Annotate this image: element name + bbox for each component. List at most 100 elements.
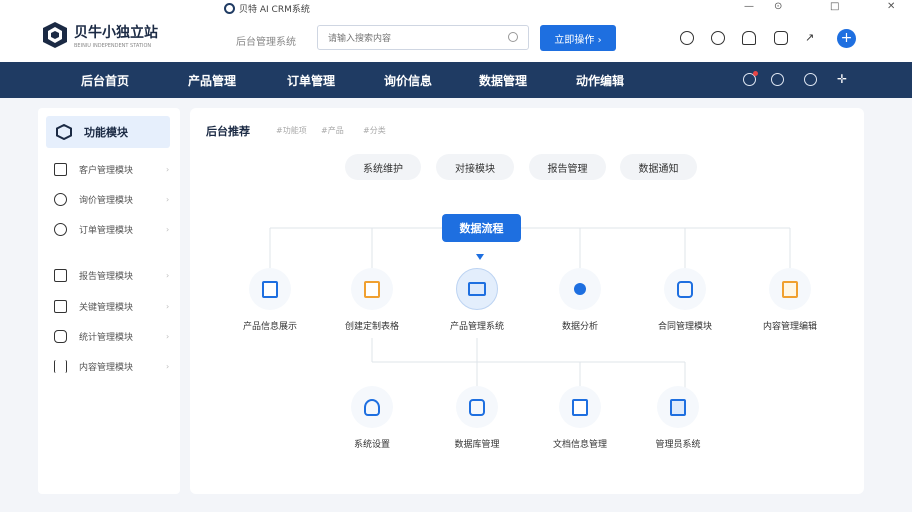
link-icon	[54, 193, 67, 206]
database-icon	[469, 398, 485, 416]
app-logo-icon	[224, 3, 235, 14]
nav-item-inquiries[interactable]: 询价信息	[384, 72, 432, 89]
arrow-down-icon	[476, 254, 484, 260]
flow-node[interactable]: 系统设置	[322, 386, 422, 450]
flow-node-label: 内容管理编辑	[762, 322, 817, 332]
main-title: 后台推荐	[206, 125, 250, 138]
pill-tab[interactable]: 数据通知	[620, 154, 697, 180]
shield-icon	[364, 398, 380, 416]
flow-node[interactable]: 创建定制表格	[322, 268, 422, 332]
nav-item-actions[interactable]: 动作编辑	[576, 72, 624, 89]
search-icon[interactable]	[508, 32, 518, 42]
chevron-right-icon: ›	[166, 165, 170, 174]
message-icon[interactable]	[774, 31, 788, 45]
breadcrumb-item[interactable]: #分类	[363, 125, 386, 136]
chart-icon	[54, 269, 67, 282]
pill-tab[interactable]: 报告管理	[529, 154, 606, 180]
header-label: 后台管理系统	[236, 37, 296, 48]
main-panel: 后台推荐 #功能项 #产品 #分类 系统维护 对接模块 报告管理 数据通知 数据…	[190, 108, 864, 494]
main-nav: 后台首页 产品管理 订单管理 询价信息 数据管理 动作编辑 ✛	[0, 62, 912, 98]
flow-node[interactable]: 管理员系统	[628, 386, 728, 450]
chevron-right-icon: ›	[166, 362, 170, 371]
report-icon	[670, 398, 686, 416]
brand-cube-icon	[43, 22, 67, 48]
sidebar-item-active[interactable]: 功能模块	[46, 116, 170, 148]
flow-center-button[interactable]: 数据流程	[442, 214, 521, 242]
maximize-button[interactable]: □	[830, 1, 839, 12]
window-title-text: 贝特 AI CRM系统	[239, 5, 310, 15]
monitor-icon	[468, 282, 486, 296]
sidebar: 功能模块 客户管理模块 › 询价管理模块 › 订单管理模块 › 报告管理模块 ›…	[38, 108, 180, 494]
arrow-icon[interactable]: ↗	[805, 31, 819, 45]
form-icon	[364, 280, 380, 298]
search-input[interactable]	[328, 27, 508, 51]
settings-icon[interactable]	[804, 73, 817, 86]
nav-item-orders[interactable]: 订单管理	[287, 72, 335, 89]
nav-item-home[interactable]: 后台首页	[81, 72, 129, 89]
sidebar-item[interactable]: 报告管理模块 ›	[54, 269, 169, 282]
share-icon[interactable]	[680, 31, 694, 45]
add-button[interactable]: +	[837, 29, 856, 48]
bell-icon[interactable]	[742, 31, 756, 45]
sidebar-active-label: 功能模块	[84, 126, 128, 139]
flow-node[interactable]: 产品管理系统	[427, 268, 527, 332]
breadcrumb-item[interactable]: #功能项	[276, 125, 307, 136]
restore-indicator-icon: ⊙	[774, 1, 783, 12]
minimize-button[interactable]: —	[744, 1, 754, 12]
sidebar-item-label: 订单管理模块	[79, 226, 134, 236]
chevron-right-icon: ›	[166, 271, 170, 280]
primary-action-button[interactable]: 立即操作 ›	[540, 25, 616, 51]
sidebar-item-label: 询价管理模块	[79, 196, 134, 206]
flow-node-label: 数据库管理	[454, 440, 500, 450]
breadcrumb-item[interactable]: #产品	[321, 125, 344, 136]
notification-icon[interactable]	[743, 71, 758, 86]
flow-node[interactable]: 产品信息展示	[220, 268, 320, 332]
flow-node-label: 合同管理模块	[657, 322, 712, 332]
clock-icon[interactable]	[711, 31, 725, 45]
flow-node-label: 系统设置	[353, 440, 390, 450]
sidebar-item[interactable]: 统计管理模块 ›	[54, 330, 169, 343]
sidebar-item-label: 统计管理模块	[79, 333, 134, 343]
window-title-bar: 贝特 AI CRM系统 — ⊙ □ ✕	[0, 0, 912, 16]
sidebar-item-label: 报告管理模块	[79, 272, 134, 282]
brand-subtitle: BEINIU INDEPENDENT STATION	[74, 42, 152, 49]
flow-node[interactable]: 数据库管理	[427, 386, 527, 450]
document-icon	[54, 300, 67, 313]
pill-tab[interactable]: 系统维护	[345, 154, 421, 180]
file-list-icon	[572, 398, 588, 416]
nav-item-products[interactable]: 产品管理	[188, 72, 236, 89]
cube-icon	[56, 124, 72, 140]
more-icon[interactable]: ✛	[837, 73, 850, 86]
flow-node-label: 产品管理系统	[449, 322, 504, 332]
timer-icon	[54, 330, 67, 343]
sidebar-item[interactable]: 客户管理模块 ›	[54, 163, 169, 176]
flow-node-label: 管理员系统	[655, 440, 701, 450]
flow-node[interactable]: 数据分析	[530, 268, 630, 332]
sidebar-item[interactable]: 内容管理模块 ›	[54, 360, 169, 373]
window-title: 贝特 AI CRM系统	[224, 2, 310, 15]
flow-node[interactable]: 文档信息管理	[530, 386, 630, 450]
flow-node[interactable]: 合同管理模块	[635, 268, 735, 332]
flow-node-label: 文档信息管理	[552, 440, 607, 450]
pill-tab[interactable]: 对接模块	[436, 154, 514, 180]
app-header: 贝牛小独立站 BEINIU INDEPENDENT STATION 后台管理系统…	[0, 16, 912, 62]
sidebar-item[interactable]: 订单管理模块 ›	[54, 223, 169, 236]
chevron-right-icon: ›	[166, 195, 170, 204]
contract-icon	[677, 280, 693, 298]
user-icon[interactable]	[771, 73, 784, 86]
sidebar-item[interactable]: 关键管理模块 ›	[54, 300, 169, 313]
analytics-dot-icon	[574, 283, 586, 295]
brand[interactable]: 贝牛小独立站 BEINIU INDEPENDENT STATION	[42, 21, 158, 49]
sidebar-item-label: 客户管理模块	[79, 166, 134, 176]
flow-node[interactable]: 内容管理编辑	[740, 268, 840, 332]
sidebar-item-label: 内容管理模块	[79, 363, 134, 373]
chevron-right-icon: ›	[166, 225, 170, 234]
sidebar-item-label: 关键管理模块	[79, 303, 134, 313]
search-box[interactable]	[317, 25, 529, 51]
brand-title: 贝牛小独立站	[74, 24, 158, 41]
nav-item-data[interactable]: 数据管理	[479, 72, 527, 89]
chevron-right-icon: ›	[166, 302, 170, 311]
house-icon	[782, 280, 798, 298]
sidebar-item[interactable]: 询价管理模块 ›	[54, 193, 169, 206]
close-button[interactable]: ✕	[887, 1, 895, 12]
